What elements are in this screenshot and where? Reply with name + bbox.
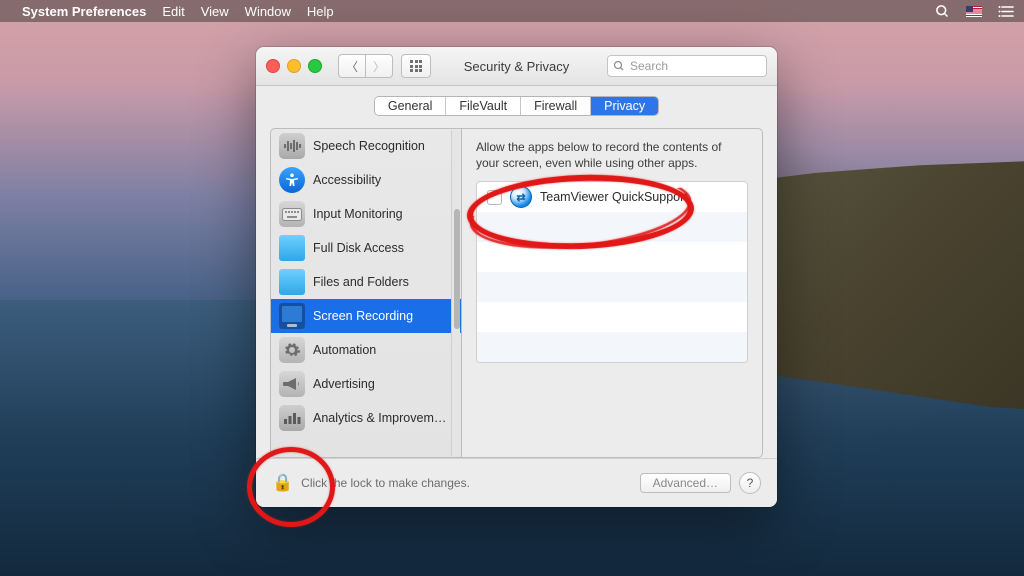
tab-row: General FileVault Firewall Privacy [256, 86, 777, 128]
tab-general[interactable]: General [375, 97, 446, 115]
sidebar-item-label: Speech Recognition [313, 139, 425, 153]
sidebar-item-full-disk-access[interactable]: Full Disk Access [271, 231, 461, 265]
sidebar-item-screen-recording[interactable]: Screen Recording [271, 299, 461, 333]
app-row-empty [477, 302, 747, 332]
sidebar-item-speech-recognition[interactable]: Speech Recognition [271, 129, 461, 163]
sidebar-item-label: Accessibility [313, 173, 381, 187]
sidebar-item-label: Analytics & Improvem… [313, 411, 446, 425]
waveform-icon [279, 133, 305, 159]
menubar-view[interactable]: View [201, 4, 229, 19]
window-titlebar: 〈 〉 Security & Privacy [256, 47, 777, 86]
app-checkbox[interactable] [487, 190, 502, 205]
sidebar-item-advertising[interactable]: Advertising [271, 367, 461, 401]
sidebar-item-label: Automation [313, 343, 376, 357]
folder-icon [279, 235, 305, 261]
sidebar-item-label: Screen Recording [313, 309, 413, 323]
gear-icon [279, 337, 305, 363]
teamviewer-icon [510, 186, 532, 208]
app-name-label: TeamViewer QuickSupport [540, 190, 688, 204]
menubar-window[interactable]: Window [245, 4, 291, 19]
input-source-flag-icon[interactable] [966, 6, 982, 17]
privacy-content: Allow the apps below to record the conte… [462, 128, 763, 458]
control-center-icon[interactable] [998, 5, 1014, 18]
lock-icon[interactable]: 🔒 [272, 473, 293, 493]
monitor-icon [279, 303, 305, 329]
lock-message: Click the lock to make changes. [301, 476, 470, 490]
folder-icon [279, 269, 305, 295]
accessibility-icon [279, 167, 305, 193]
preferences-window: 〈 〉 Security & Privacy General FileVault… [256, 47, 777, 507]
forward-button[interactable]: 〉 [365, 54, 393, 78]
search-input[interactable] [607, 55, 767, 77]
keyboard-icon [279, 201, 305, 227]
help-button[interactable]: ? [739, 472, 761, 494]
nav-buttons: 〈 〉 [338, 54, 393, 78]
window-traffic-lights [266, 59, 322, 73]
menubar-app-name[interactable]: System Preferences [22, 4, 146, 19]
window-zoom-button[interactable] [308, 59, 322, 73]
sidebar-item-label: Full Disk Access [313, 241, 404, 255]
app-row-empty [477, 272, 747, 302]
app-row-empty [477, 332, 747, 362]
window-close-button[interactable] [266, 59, 280, 73]
megaphone-icon [279, 371, 305, 397]
app-row-empty [477, 212, 747, 242]
tab-filevault[interactable]: FileVault [446, 97, 521, 115]
advanced-button[interactable]: Advanced… [640, 473, 731, 493]
sidebar-item-analytics[interactable]: Analytics & Improvem… [271, 401, 461, 435]
barchart-icon [279, 405, 305, 431]
content-description: Allow the apps below to record the conte… [476, 139, 748, 171]
sidebar-item-automation[interactable]: Automation [271, 333, 461, 367]
sidebar-scrollbar-thumb[interactable] [454, 209, 460, 329]
window-footer: 🔒 Click the lock to make changes. Advanc… [256, 458, 777, 507]
sidebar-item-label: Files and Folders [313, 275, 409, 289]
sidebar-item-files-and-folders[interactable]: Files and Folders [271, 265, 461, 299]
sidebar-item-label: Advertising [313, 377, 375, 391]
tab-privacy[interactable]: Privacy [591, 97, 658, 115]
menubar-help[interactable]: Help [307, 4, 334, 19]
menubar: System Preferences Edit View Window Help [0, 0, 1024, 22]
show-all-button[interactable] [401, 54, 431, 78]
sidebar-item-accessibility[interactable]: Accessibility [271, 163, 461, 197]
menubar-edit[interactable]: Edit [162, 4, 184, 19]
privacy-sidebar: Speech Recognition Accessibility Input M… [270, 128, 462, 458]
window-minimize-button[interactable] [287, 59, 301, 73]
back-button[interactable]: 〈 [338, 54, 365, 78]
spotlight-icon[interactable] [935, 4, 950, 19]
app-list: TeamViewer QuickSupport [476, 181, 748, 363]
app-row-empty [477, 242, 747, 272]
sidebar-item-label: Input Monitoring [313, 207, 403, 221]
tab-firewall[interactable]: Firewall [521, 97, 591, 115]
app-row-teamviewer[interactable]: TeamViewer QuickSupport [477, 182, 747, 212]
sidebar-item-input-monitoring[interactable]: Input Monitoring [271, 197, 461, 231]
